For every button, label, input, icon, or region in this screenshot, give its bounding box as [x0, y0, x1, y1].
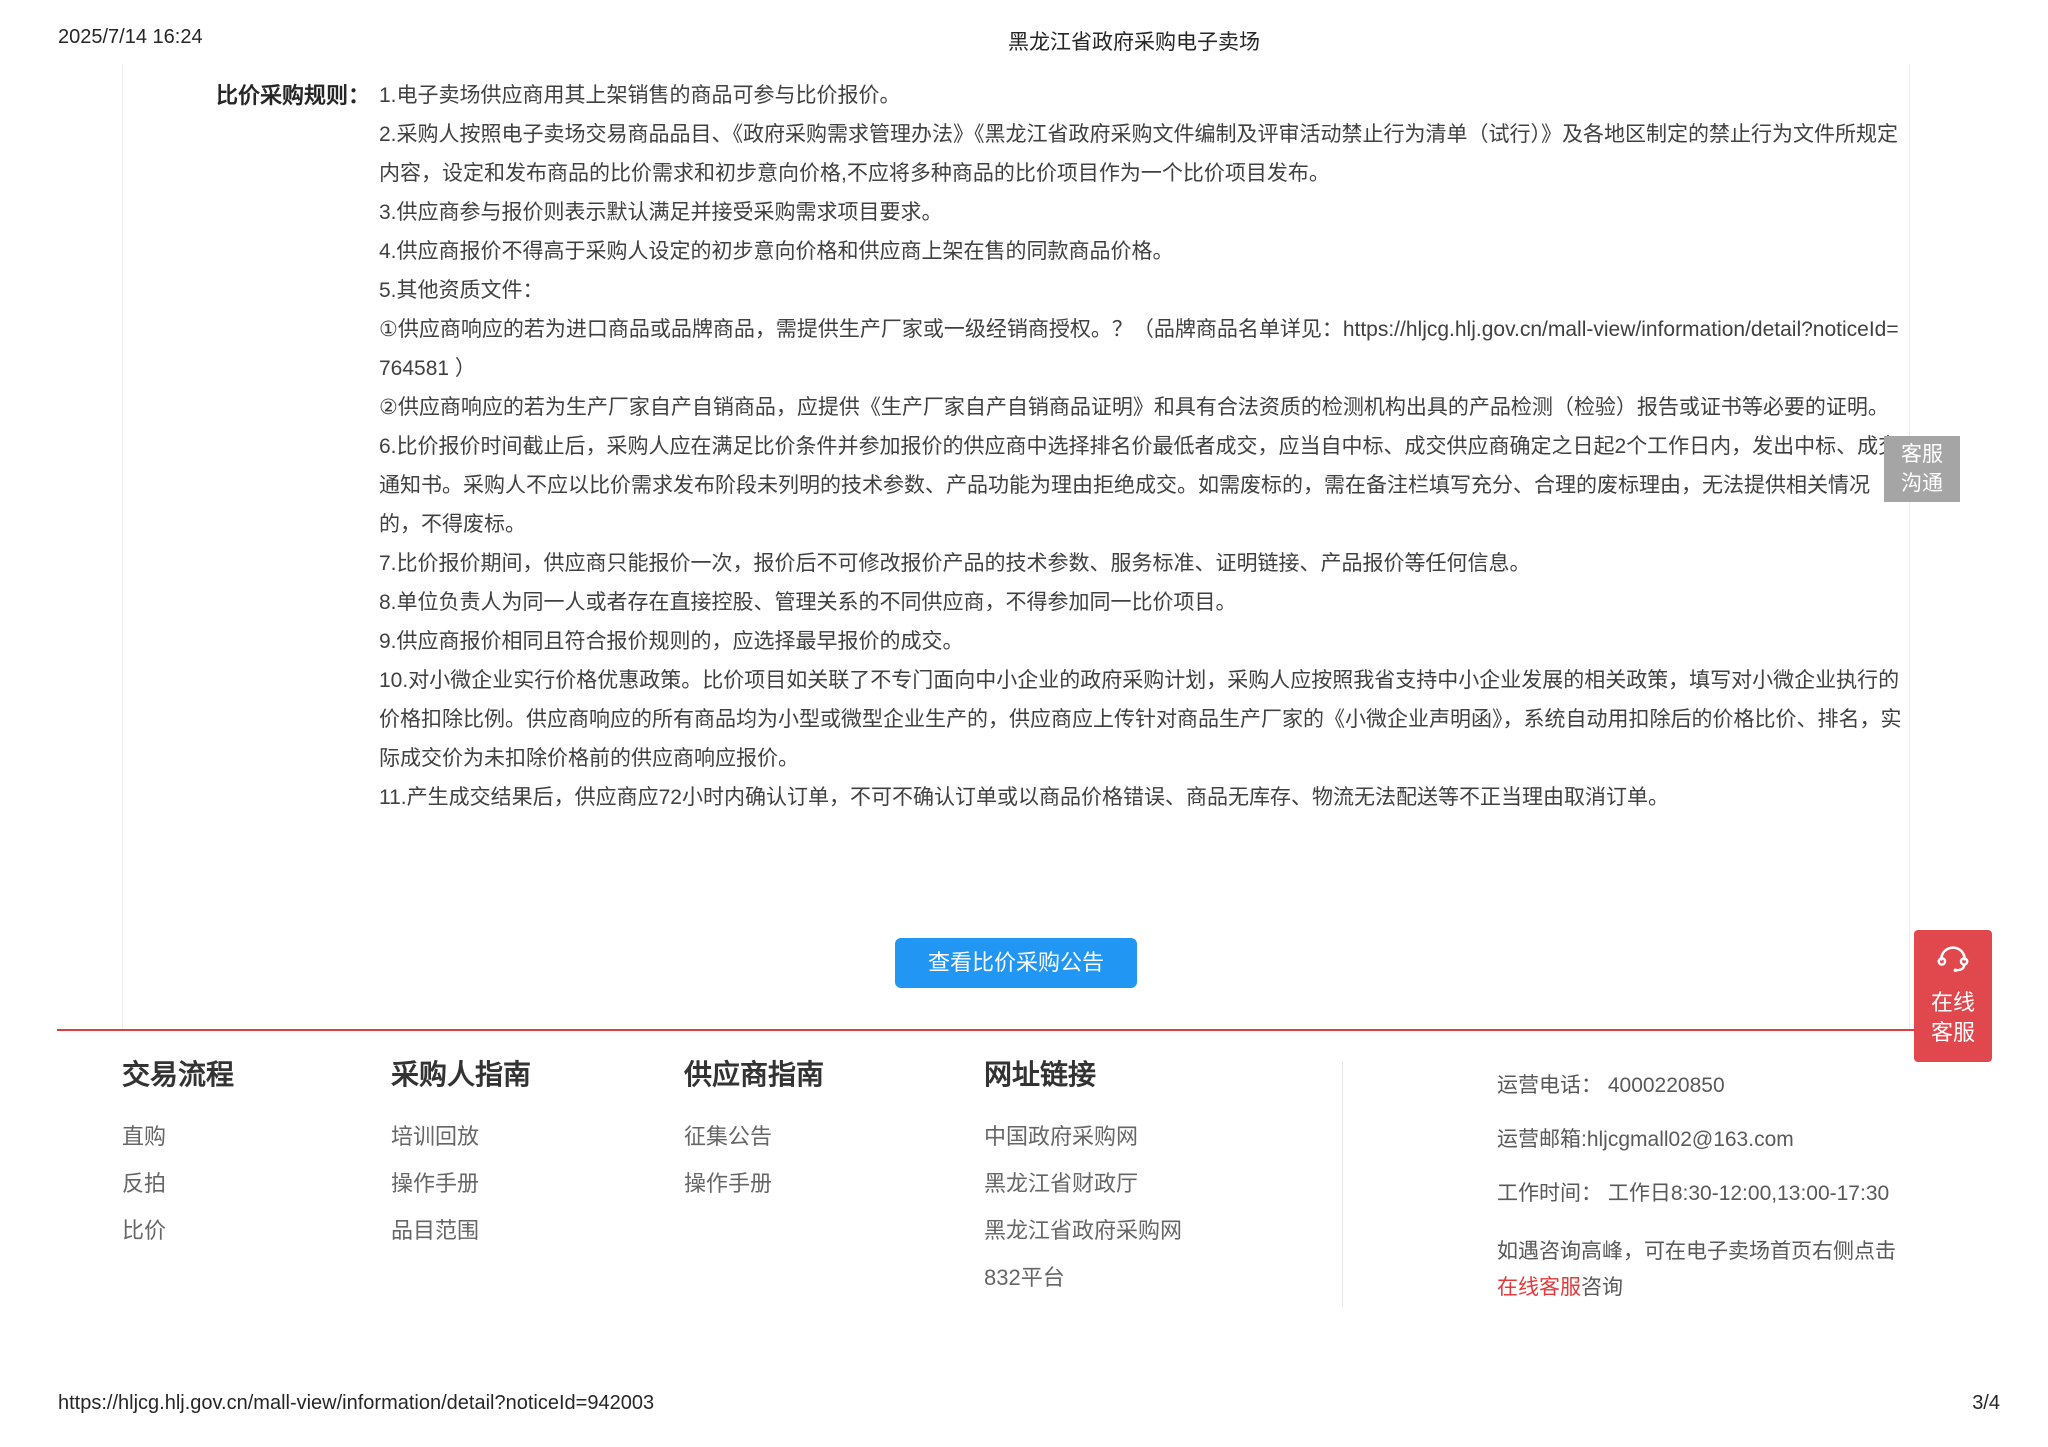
contact-tip-text: 如遇咨询高峰，可在电子卖场首页右侧点击	[1497, 1240, 1896, 1263]
footer-contact: 运营电话： 4000220850 运营邮箱:hljcgmall02@163.co…	[1497, 1072, 1896, 1306]
chat-communication-tab[interactable]: 客服 沟通	[1884, 436, 1960, 502]
footer-link[interactable]: 比价	[122, 1218, 234, 1244]
footer-column-title: 交易流程	[122, 1058, 234, 1092]
footer-link[interactable]: 培训回放	[391, 1124, 531, 1150]
page-title: 黑龙江省政府采购电子卖场	[1008, 26, 1260, 56]
rule-item: 9.供应商报价相同且符合报价规则的，应选择最早报价的成交。	[379, 622, 1904, 661]
rule-item: 1.电子卖场供应商用其上架销售的商品可参与比价报价。	[379, 76, 1904, 115]
footer-link[interactable]: 中国政府采购网	[984, 1124, 1182, 1150]
footer-link[interactable]: 直购	[122, 1124, 234, 1150]
footer-link[interactable]: 品目范围	[391, 1218, 531, 1244]
rule-item: 4.供应商报价不得高于采购人设定的初步意向价格和供应商上架在售的同款商品价格。	[379, 232, 1904, 271]
rules-label: 比价采购规则：	[123, 76, 370, 115]
rule-item: 8.单位负责人为同一人或者存在直接控股、管理关系的不同供应商，不得参加同一比价项…	[379, 583, 1904, 622]
footer-link[interactable]: 操作手册	[391, 1171, 531, 1197]
rule-item: ②供应商响应的若为生产厂家自产自销商品，应提供《生产厂家自产自销商品证明》和具有…	[379, 388, 1904, 427]
footer-link[interactable]: 操作手册	[684, 1171, 824, 1197]
headset-icon	[1935, 942, 1971, 976]
button-row: 查看比价采购公告	[123, 938, 1909, 988]
view-notice-button[interactable]: 查看比价采购公告	[895, 938, 1137, 988]
footer-column-title: 网址链接	[984, 1058, 1182, 1092]
rules-section: 比价采购规则： 1.电子卖场供应商用其上架销售的商品可参与比价报价。 2.采购人…	[123, 76, 1909, 817]
contact-tip-suffix: 咨询	[1581, 1276, 1623, 1299]
print-page-number: 3/4	[1972, 1392, 2000, 1415]
footer-link[interactable]: 征集公告	[684, 1124, 824, 1150]
chat-tab-label-line1: 客服	[1884, 440, 1960, 469]
footer-column-title: 采购人指南	[391, 1058, 531, 1092]
rule-item: 2.采购人按照电子卖场交易商品品目、《政府采购需求管理办法》《黑龙江省政府采购文…	[379, 115, 1904, 193]
contact-tip: 如遇咨询高峰，可在电子卖场首页右侧点击 在线客服咨询	[1497, 1234, 1896, 1306]
footer-divider-line	[57, 1029, 1914, 1031]
contact-hours: 工作时间： 工作日8:30-12:00,13:00-17:30	[1497, 1180, 1896, 1207]
rule-item: 6.比价报价时间截止后，采购人应在满足比价条件并参加报价的供应商中选择排名价最低…	[379, 427, 1904, 544]
service-widget-label-line1: 在线	[1914, 988, 1992, 1018]
rule-item: 3.供应商参与报价则表示默认满足并接受采购需求项目要求。	[379, 193, 1904, 232]
print-datetime: 2025/7/14 16:24	[58, 26, 203, 49]
service-widget-label-line2: 客服	[1914, 1018, 1992, 1048]
contact-phone: 运营电话： 4000220850	[1497, 1072, 1896, 1099]
footer-column-web-links: 网址链接 中国政府采购网 黑龙江省财政厅 黑龙江省政府采购网 832平台	[984, 1058, 1182, 1312]
chat-tab-label-line2: 沟通	[1884, 469, 1960, 498]
footer-column-supplier-guide: 供应商指南 征集公告 操作手册	[684, 1058, 824, 1218]
footer-column-purchaser-guide: 采购人指南 培训回放 操作手册 品目范围	[391, 1058, 531, 1265]
footer-vertical-divider	[1342, 1062, 1343, 1307]
rule-item: 5.其他资质文件：	[379, 271, 1904, 310]
footer-link[interactable]: 黑龙江省政府采购网	[984, 1218, 1182, 1244]
contact-email: 运营邮箱:hljcgmall02@163.com	[1497, 1126, 1896, 1153]
footer-column-trade-process: 交易流程 直购 反拍 比价	[122, 1058, 234, 1265]
rule-item: 7.比价报价期间，供应商只能报价一次，报价后不可修改报价产品的技术参数、服务标准…	[379, 544, 1904, 583]
footer-link[interactable]: 反拍	[122, 1171, 234, 1197]
print-source-url: https://hljcg.hlj.gov.cn/mall-view/infor…	[58, 1392, 654, 1415]
footer-link[interactable]: 黑龙江省财政厅	[984, 1171, 1182, 1197]
content-area: 比价采购规则： 1.电子卖场供应商用其上架销售的商品可参与比价报价。 2.采购人…	[122, 64, 1910, 1030]
footer-column-title: 供应商指南	[684, 1058, 824, 1092]
rule-item: ①供应商响应的若为进口商品或品牌商品，需提供生产厂家或一级经销商授权。？（品牌商…	[379, 310, 1904, 388]
rule-item: 11.产生成交结果后，供应商应72小时内确认订单，不可不确认订单或以商品价格错误…	[379, 778, 1904, 817]
rule-item: 10.对小微企业实行价格优惠政策。比价项目如关联了不专门面向中小企业的政府采购计…	[379, 661, 1904, 778]
online-service-link[interactable]: 在线客服	[1497, 1276, 1581, 1299]
online-service-widget[interactable]: 在线 客服	[1914, 930, 1992, 1062]
footer-link[interactable]: 832平台	[984, 1265, 1182, 1291]
rules-list: 1.电子卖场供应商用其上架销售的商品可参与比价报价。 2.采购人按照电子卖场交易…	[379, 76, 1909, 817]
